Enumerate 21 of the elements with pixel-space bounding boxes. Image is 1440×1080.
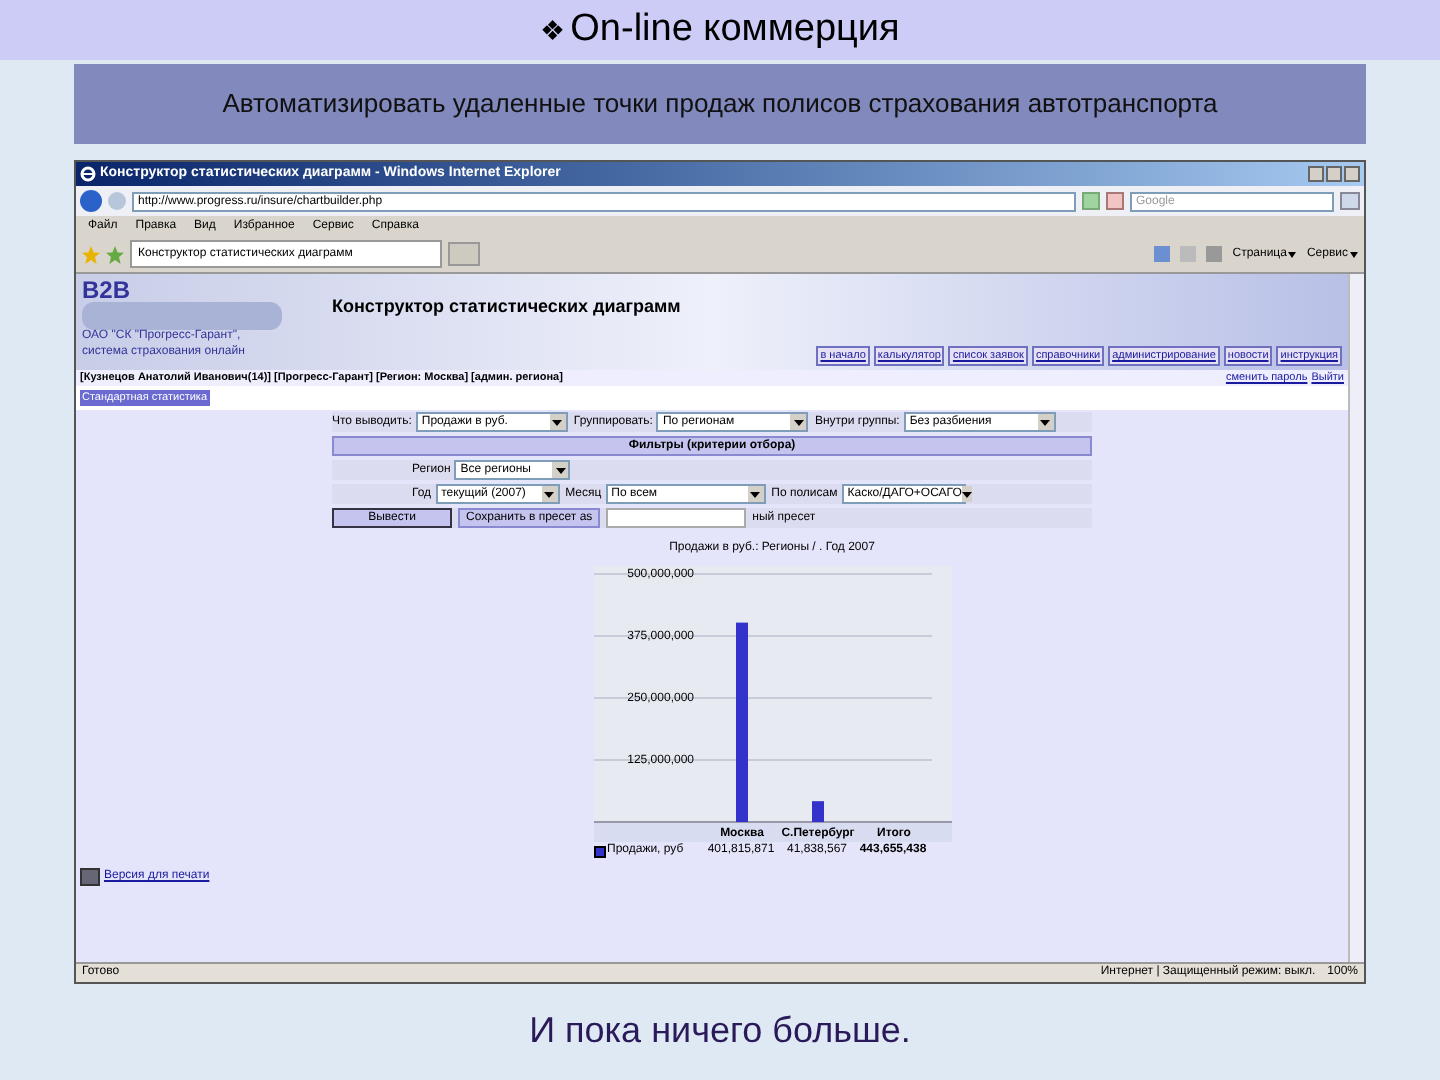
scrollbar[interactable] bbox=[1348, 274, 1364, 962]
caret-icon bbox=[1288, 251, 1297, 257]
preset-name-field[interactable] bbox=[606, 508, 747, 528]
dropdown-arrow-icon bbox=[541, 486, 558, 502]
slide-title: On-line коммерция bbox=[570, 5, 900, 54]
caret-icon bbox=[1350, 251, 1358, 257]
slide-caption: И пока ничего больше. bbox=[529, 1008, 911, 1054]
dropdown-arrow-icon bbox=[961, 486, 972, 502]
site-logo: B2B bbox=[82, 278, 133, 302]
dropdown-arrow-icon bbox=[790, 414, 807, 430]
dropdown-arrow-icon bbox=[747, 486, 764, 502]
star-icon[interactable] bbox=[82, 245, 100, 263]
dropdown-arrow-icon bbox=[552, 462, 569, 478]
legend-swatch bbox=[593, 845, 605, 857]
page-heading: Конструктор статистических диаграмм bbox=[332, 294, 683, 320]
add-favorite-icon[interactable] bbox=[106, 245, 124, 263]
new-tab-button[interactable] bbox=[448, 242, 480, 266]
dropdown-arrow-icon bbox=[1037, 414, 1054, 430]
bullet-icon: ❖ bbox=[540, 9, 567, 51]
dropdown-arrow-icon bbox=[549, 414, 566, 430]
subtitle-banner[interactable]: Автоматизировать удаленные точки продаж полисов страхования автотранспорта bbox=[74, 64, 1366, 144]
